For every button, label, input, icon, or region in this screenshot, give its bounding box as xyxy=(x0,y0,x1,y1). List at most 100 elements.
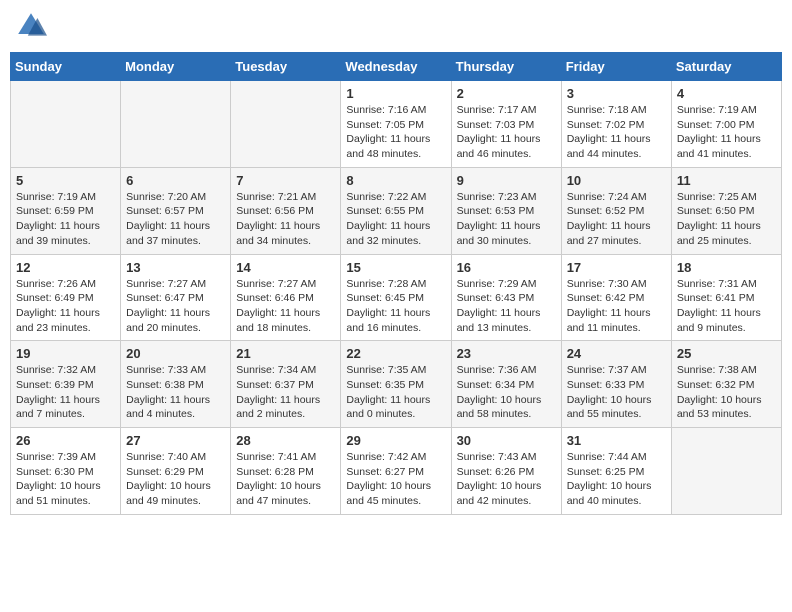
day-info: Sunrise: 7:29 AM Sunset: 6:43 PM Dayligh… xyxy=(457,277,556,336)
calendar-cell xyxy=(121,81,231,168)
day-info: Sunrise: 7:31 AM Sunset: 6:41 PM Dayligh… xyxy=(677,277,776,336)
day-number: 13 xyxy=(126,260,225,275)
day-number: 25 xyxy=(677,346,776,361)
weekday-header-thursday: Thursday xyxy=(451,53,561,81)
calendar-cell: 4Sunrise: 7:19 AM Sunset: 7:00 PM Daylig… xyxy=(671,81,781,168)
day-number: 24 xyxy=(567,346,666,361)
day-number: 5 xyxy=(16,173,115,188)
day-number: 28 xyxy=(236,433,335,448)
calendar-cell: 21 Sunrise: 7:34 AM Sunset: 6:37 PM Dayli… xyxy=(231,341,341,428)
day-info: Sunrise: 7:25 AM Sunset: 6:50 PM Dayligh… xyxy=(677,190,776,249)
calendar-cell: 15 Sunrise: 7:28 AM Sunset: 6:45 PM Dayli… xyxy=(341,254,451,341)
day-info: Sunrise: 7:30 AM Sunset: 6:42 PM Dayligh… xyxy=(567,277,666,336)
calendar-cell: 19 Sunrise: 7:32 AM Sunset: 6:39 PM Dayli… xyxy=(11,341,121,428)
day-info: Sunrise: 7:37 AM Sunset: 6:33 PM Dayligh… xyxy=(567,363,666,422)
day-number: 10 xyxy=(567,173,666,188)
day-number: 20 xyxy=(126,346,225,361)
calendar-cell: 11 Sunrise: 7:25 AM Sunset: 6:50 PM Dayli… xyxy=(671,167,781,254)
day-info: Sunrise: 7:42 AM Sunset: 6:27 PM Dayligh… xyxy=(346,450,445,509)
day-info: Sunrise: 7:22 AM Sunset: 6:55 PM Dayligh… xyxy=(346,190,445,249)
calendar-cell: 22 Sunrise: 7:35 AM Sunset: 6:35 PM Dayli… xyxy=(341,341,451,428)
day-info: Sunrise: 7:17 AM Sunset: 7:03 PM Dayligh… xyxy=(457,103,556,162)
calendar-cell: 27 Sunrise: 7:40 AM Sunset: 6:29 PM Dayli… xyxy=(121,428,231,515)
day-info: Sunrise: 7:34 AM Sunset: 6:37 PM Dayligh… xyxy=(236,363,335,422)
day-info: Sunrise: 7:20 AM Sunset: 6:57 PM Dayligh… xyxy=(126,190,225,249)
day-number: 18 xyxy=(677,260,776,275)
calendar-cell: 14 Sunrise: 7:27 AM Sunset: 6:46 PM Dayli… xyxy=(231,254,341,341)
day-number: 22 xyxy=(346,346,445,361)
day-number: 8 xyxy=(346,173,445,188)
day-number: 15 xyxy=(346,260,445,275)
day-number: 2 xyxy=(457,86,556,101)
day-number: 17 xyxy=(567,260,666,275)
day-info: Sunrise: 7:43 AM Sunset: 6:26 PM Dayligh… xyxy=(457,450,556,509)
day-number: 29 xyxy=(346,433,445,448)
weekday-header-wednesday: Wednesday xyxy=(341,53,451,81)
weekday-header-monday: Monday xyxy=(121,53,231,81)
calendar-cell: 29 Sunrise: 7:42 AM Sunset: 6:27 PM Dayli… xyxy=(341,428,451,515)
weekday-header-saturday: Saturday xyxy=(671,53,781,81)
day-number: 1 xyxy=(346,86,445,101)
calendar-week-row: 26Sunrise: 7:39 AM Sunset: 6:30 PM Dayli… xyxy=(11,428,782,515)
day-number: 23 xyxy=(457,346,556,361)
calendar-cell: 9 Sunrise: 7:23 AM Sunset: 6:53 PM Daylig… xyxy=(451,167,561,254)
calendar-cell: 7 Sunrise: 7:21 AM Sunset: 6:56 PM Daylig… xyxy=(231,167,341,254)
day-number: 6 xyxy=(126,173,225,188)
calendar-cell: 6 Sunrise: 7:20 AM Sunset: 6:57 PM Daylig… xyxy=(121,167,231,254)
day-number: 19 xyxy=(16,346,115,361)
day-number: 21 xyxy=(236,346,335,361)
calendar-cell: 1 Sunrise: 7:16 AM Sunset: 7:05 PM Daylig… xyxy=(341,81,451,168)
day-info: Sunrise: 7:28 AM Sunset: 6:45 PM Dayligh… xyxy=(346,277,445,336)
calendar-week-row: 1 Sunrise: 7:16 AM Sunset: 7:05 PM Daylig… xyxy=(11,81,782,168)
day-number: 9 xyxy=(457,173,556,188)
day-info: Sunrise: 7:35 AM Sunset: 6:35 PM Dayligh… xyxy=(346,363,445,422)
calendar-cell: 12 Sunrise: 7:26 AM Sunset: 6:49 PM Dayli… xyxy=(11,254,121,341)
day-info: Sunrise: 7:27 AM Sunset: 6:47 PM Dayligh… xyxy=(126,277,225,336)
day-info: Sunrise: 7:26 AM Sunset: 6:49 PM Dayligh… xyxy=(16,277,115,336)
day-info: Sunrise: 7:23 AM Sunset: 6:53 PM Dayligh… xyxy=(457,190,556,249)
day-info: Sunrise: 7:16 AM Sunset: 7:05 PM Dayligh… xyxy=(346,103,445,162)
day-info: Sunrise: 7:33 AM Sunset: 6:38 PM Dayligh… xyxy=(126,363,225,422)
page-header xyxy=(10,10,782,42)
calendar-cell: 30Sunrise: 7:43 AM Sunset: 6:26 PM Dayli… xyxy=(451,428,561,515)
calendar-cell: 16Sunrise: 7:29 AM Sunset: 6:43 PM Dayli… xyxy=(451,254,561,341)
day-number: 14 xyxy=(236,260,335,275)
calendar-cell xyxy=(11,81,121,168)
weekday-header-row: SundayMondayTuesdayWednesdayThursdayFrid… xyxy=(11,53,782,81)
calendar-cell: 26Sunrise: 7:39 AM Sunset: 6:30 PM Dayli… xyxy=(11,428,121,515)
day-info: Sunrise: 7:27 AM Sunset: 6:46 PM Dayligh… xyxy=(236,277,335,336)
day-info: Sunrise: 7:19 AM Sunset: 7:00 PM Dayligh… xyxy=(677,103,776,162)
calendar-cell: 2 Sunrise: 7:17 AM Sunset: 7:03 PM Daylig… xyxy=(451,81,561,168)
day-number: 27 xyxy=(126,433,225,448)
logo-icon xyxy=(15,10,47,42)
weekday-header-tuesday: Tuesday xyxy=(231,53,341,81)
day-info: Sunrise: 7:41 AM Sunset: 6:28 PM Dayligh… xyxy=(236,450,335,509)
day-number: 31 xyxy=(567,433,666,448)
day-number: 12 xyxy=(16,260,115,275)
calendar-cell: 31 Sunrise: 7:44 AM Sunset: 6:25 PM Dayli… xyxy=(561,428,671,515)
weekday-header-friday: Friday xyxy=(561,53,671,81)
day-info: Sunrise: 7:21 AM Sunset: 6:56 PM Dayligh… xyxy=(236,190,335,249)
day-info: Sunrise: 7:40 AM Sunset: 6:29 PM Dayligh… xyxy=(126,450,225,509)
calendar-cell: 24 Sunrise: 7:37 AM Sunset: 6:33 PM Dayli… xyxy=(561,341,671,428)
calendar-cell xyxy=(231,81,341,168)
calendar-table: SundayMondayTuesdayWednesdayThursdayFrid… xyxy=(10,52,782,515)
day-info: Sunrise: 7:44 AM Sunset: 6:25 PM Dayligh… xyxy=(567,450,666,509)
logo xyxy=(15,10,51,42)
calendar-cell: 20 Sunrise: 7:33 AM Sunset: 6:38 PM Dayli… xyxy=(121,341,231,428)
calendar-week-row: 5Sunrise: 7:19 AM Sunset: 6:59 PM Daylig… xyxy=(11,167,782,254)
day-info: Sunrise: 7:38 AM Sunset: 6:32 PM Dayligh… xyxy=(677,363,776,422)
calendar-cell: 3 Sunrise: 7:18 AM Sunset: 7:02 PM Daylig… xyxy=(561,81,671,168)
day-info: Sunrise: 7:18 AM Sunset: 7:02 PM Dayligh… xyxy=(567,103,666,162)
day-number: 7 xyxy=(236,173,335,188)
calendar-cell: 23Sunrise: 7:36 AM Sunset: 6:34 PM Dayli… xyxy=(451,341,561,428)
day-number: 3 xyxy=(567,86,666,101)
calendar-week-row: 19 Sunrise: 7:32 AM Sunset: 6:39 PM Dayli… xyxy=(11,341,782,428)
calendar-cell: 18 Sunrise: 7:31 AM Sunset: 6:41 PM Dayli… xyxy=(671,254,781,341)
day-info: Sunrise: 7:39 AM Sunset: 6:30 PM Dayligh… xyxy=(16,450,115,509)
calendar-cell: 8 Sunrise: 7:22 AM Sunset: 6:55 PM Daylig… xyxy=(341,167,451,254)
day-info: Sunrise: 7:32 AM Sunset: 6:39 PM Dayligh… xyxy=(16,363,115,422)
calendar-cell: 17 Sunrise: 7:30 AM Sunset: 6:42 PM Dayli… xyxy=(561,254,671,341)
day-number: 11 xyxy=(677,173,776,188)
calendar-cell: 28 Sunrise: 7:41 AM Sunset: 6:28 PM Dayli… xyxy=(231,428,341,515)
